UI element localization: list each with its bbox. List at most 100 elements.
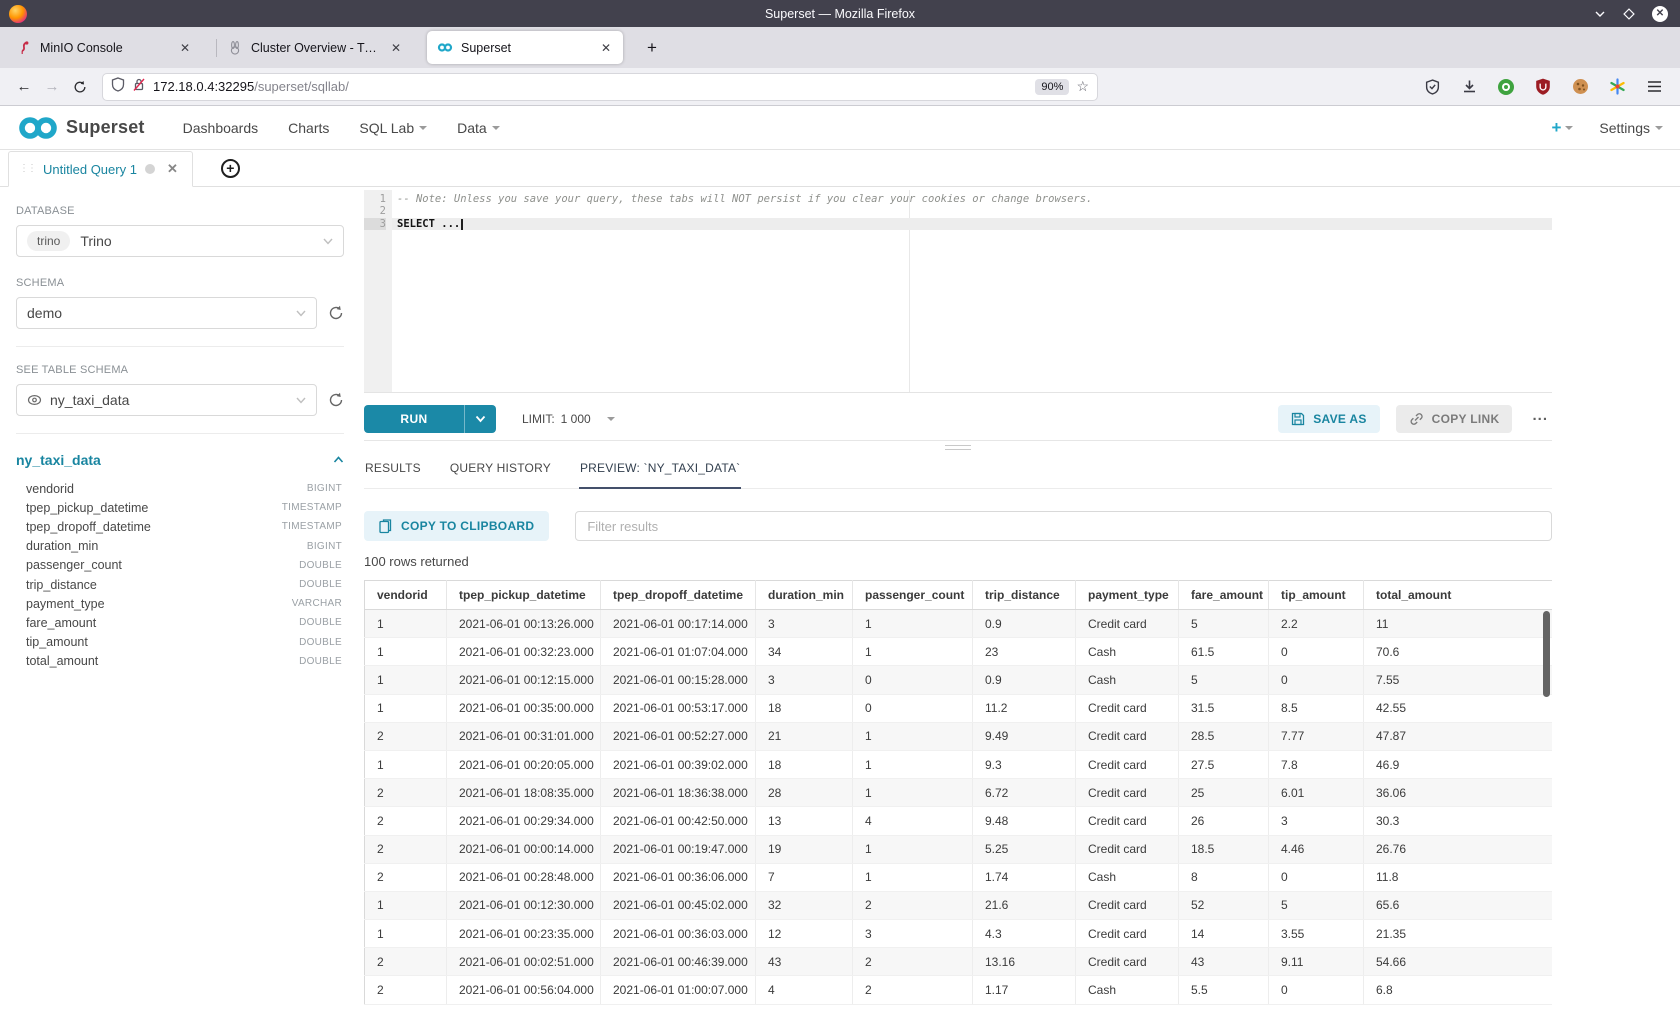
table-cell: 0	[1269, 976, 1364, 1004]
window-maximize-icon[interactable]	[1623, 8, 1635, 20]
extension-green-icon[interactable]	[1496, 77, 1516, 97]
column-header-trip_distance[interactable]: trip_distance	[973, 581, 1076, 610]
table-cell: 7	[756, 863, 853, 891]
table-row[interactable]: 22021-06-01 00:31:01.0002021-06-01 00:52…	[365, 722, 1553, 750]
column-header-fare_amount[interactable]: fare_amount	[1179, 581, 1269, 610]
column-header-duration_min[interactable]: duration_min	[756, 581, 853, 610]
table-cell: 21.6	[973, 891, 1076, 919]
table-schema-title[interactable]: ny_taxi_data	[16, 452, 333, 468]
table-cell: 21	[756, 722, 853, 750]
tab-close-icon[interactable]: ✕	[597, 39, 615, 57]
result-tab-query-history[interactable]: QUERY HISTORY	[449, 455, 552, 489]
sql-editor[interactable]: 123 -- Note: Unless you save your query,…	[364, 190, 1552, 393]
browser-tab-trino[interactable]: Cluster Overview - Trino✕	[217, 31, 413, 64]
column-header-tpep_pickup_datetime[interactable]: tpep_pickup_datetime	[447, 581, 601, 610]
window-minimize-icon[interactable]	[1594, 8, 1606, 20]
table-row[interactable]: 12021-06-01 00:13:26.0002021-06-01 00:17…	[365, 610, 1553, 638]
back-icon[interactable]: ←	[10, 74, 38, 100]
table-row[interactable]: 22021-06-01 00:28:48.0002021-06-01 00:36…	[365, 863, 1553, 891]
copy-to-clipboard-button[interactable]: COPY TO CLIPBOARD	[364, 511, 549, 541]
browser-tab-superset[interactable]: Superset✕	[427, 31, 623, 64]
gutter-line-number: 1	[364, 193, 386, 205]
table-row[interactable]: 12021-06-01 00:23:35.0002021-06-01 00:36…	[365, 920, 1553, 948]
table-row[interactable]: 12021-06-01 00:12:30.0002021-06-01 00:45…	[365, 891, 1553, 919]
forward-icon[interactable]: →	[38, 74, 66, 100]
table-cell: 19	[756, 835, 853, 863]
table-row[interactable]: 22021-06-01 00:29:34.0002021-06-01 00:42…	[365, 807, 1553, 835]
insecure-lock-icon[interactable]	[132, 77, 146, 97]
query-tab-close-icon[interactable]: ✕	[167, 161, 178, 177]
table-cell: 4.46	[1269, 835, 1364, 863]
pane-drag-handle-icon[interactable]	[945, 445, 971, 453]
table-cell: 0	[1269, 638, 1364, 666]
table-cell: 11.2	[973, 694, 1076, 722]
table-cell: 47.87	[1364, 722, 1553, 750]
add-new-button[interactable]: +	[1551, 118, 1573, 138]
more-options-button[interactable]: ...	[1528, 407, 1552, 432]
south-pane: RESULTS QUERY HISTORY PREVIEW: `NY_TAXI_DA…	[364, 440, 1552, 1012]
download-icon[interactable]	[1459, 77, 1479, 97]
table-cell: 13.16	[973, 948, 1076, 976]
tab-close-icon[interactable]: ✕	[176, 39, 194, 57]
column-header-passenger_count[interactable]: passenger_count	[853, 581, 973, 610]
limit-control[interactable]: LIMIT: 1 000	[522, 412, 615, 426]
nav-item-charts[interactable]: Charts	[288, 120, 329, 136]
table-row[interactable]: 12021-06-01 00:35:00.0002021-06-01 00:53…	[365, 694, 1553, 722]
bookmark-star-icon[interactable]: ☆	[1076, 78, 1089, 95]
reload-icon[interactable]	[66, 74, 94, 100]
schema-select[interactable]: demo	[16, 297, 317, 329]
window-close-icon[interactable]: ✕	[1652, 6, 1668, 22]
table-row[interactable]: 22021-06-01 00:02:51.0002021-06-01 00:46…	[365, 948, 1553, 976]
database-select[interactable]: trino Trino	[16, 225, 344, 257]
table-cell: 0.9	[973, 610, 1076, 638]
gutter-line-number: 2	[364, 205, 386, 217]
editor-code-area[interactable]: -- Note: Unless you save your query, the…	[392, 190, 1552, 392]
hamburger-menu-icon[interactable]	[1644, 77, 1664, 97]
table-row[interactable]: 12021-06-01 00:32:23.0002021-06-01 01:07…	[365, 638, 1553, 666]
pocket-shield-icon[interactable]	[1422, 77, 1442, 97]
run-button[interactable]: RUN	[364, 405, 496, 433]
column-header-tip_amount[interactable]: tip_amount	[1269, 581, 1364, 610]
copy-link-button[interactable]: COPY LINK	[1396, 405, 1513, 433]
table-row[interactable]: 22021-06-01 18:08:35.0002021-06-01 18:36…	[365, 779, 1553, 807]
run-options-caret[interactable]	[464, 405, 496, 433]
nav-item-sql-lab[interactable]: SQL Lab	[359, 120, 427, 136]
refresh-table-icon[interactable]	[328, 392, 344, 408]
editor-line: SELECT ...	[392, 218, 1552, 230]
extension-asterisk-icon[interactable]	[1607, 77, 1627, 97]
save-as-button[interactable]: SAVE AS	[1278, 405, 1379, 433]
chevron-down-icon	[492, 126, 500, 130]
table-row[interactable]: 22021-06-01 00:00:14.0002021-06-01 00:19…	[365, 835, 1553, 863]
browser-tab-minio[interactable]: MinIO Console✕	[6, 31, 202, 64]
url-bar[interactable]: 172.18.0.4:32295/superset/sqllab/ 90% ☆	[102, 73, 1098, 101]
table-cell: 27.5	[1179, 750, 1269, 778]
ublock-shield-icon[interactable]	[1533, 77, 1553, 97]
settings-menu[interactable]: Settings	[1599, 120, 1663, 136]
result-tab-preview-ny-taxi-data[interactable]: PREVIEW: `NY_TAXI_DATA`	[579, 455, 741, 489]
tab-close-icon[interactable]: ✕	[387, 39, 405, 57]
table-row[interactable]: 22021-06-01 00:56:04.0002021-06-01 01:00…	[365, 976, 1553, 1004]
superset-logo[interactable]: Superset	[17, 115, 145, 141]
table-row[interactable]: 12021-06-01 00:20:05.0002021-06-01 00:39…	[365, 750, 1553, 778]
nav-item-dashboards[interactable]: Dashboards	[183, 120, 259, 136]
filter-results-input[interactable]	[575, 511, 1552, 541]
column-header-tpep_dropoff_datetime[interactable]: tpep_dropoff_datetime	[601, 581, 756, 610]
column-header-total_amount[interactable]: total_amount	[1364, 581, 1553, 610]
table-select[interactable]: ny_taxi_data	[16, 384, 317, 416]
chevron-down-icon	[607, 417, 615, 421]
drag-grip-icon[interactable]: ⋮⋮	[19, 164, 35, 174]
table-scrollbar[interactable]	[1543, 611, 1550, 697]
column-header-payment_type[interactable]: payment_type	[1076, 581, 1179, 610]
tracking-shield-icon[interactable]	[111, 77, 125, 97]
cookie-icon[interactable]	[1570, 77, 1590, 97]
table-row[interactable]: 12021-06-01 00:12:15.0002021-06-01 00:15…	[365, 666, 1553, 694]
add-query-tab-button[interactable]: +	[221, 159, 240, 178]
chevron-up-icon[interactable]	[333, 451, 344, 469]
query-tab-active[interactable]: ⋮⋮ Untitled Query 1 ✕	[8, 151, 193, 187]
refresh-schema-icon[interactable]	[328, 305, 344, 321]
result-tab-results[interactable]: RESULTS	[364, 455, 422, 489]
new-tab-button[interactable]: +	[639, 38, 665, 58]
nav-item-data[interactable]: Data	[457, 120, 500, 136]
column-header-vendorid[interactable]: vendorid	[365, 581, 447, 610]
zoom-level-badge[interactable]: 90%	[1035, 79, 1069, 95]
